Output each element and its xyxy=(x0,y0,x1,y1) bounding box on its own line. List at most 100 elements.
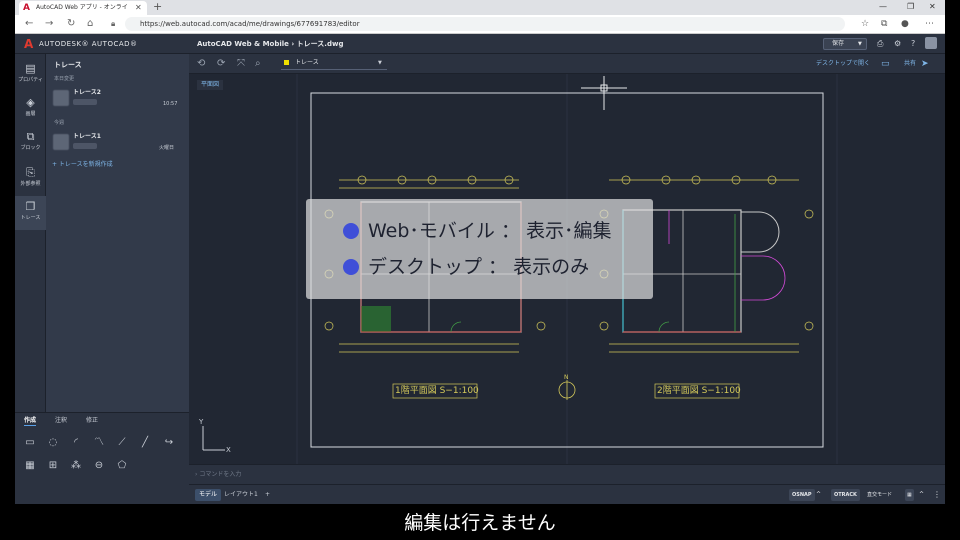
browser-tab-bar: A AutoCAD Web アプリ - オンライン C ✕ + — ❐ ✕ xyxy=(15,0,945,15)
tab-annotate[interactable]: 注釈 xyxy=(55,417,67,425)
brand-name: AUTODESK® AUTOCAD® xyxy=(39,40,138,48)
layers-icon: ◈ xyxy=(26,96,35,109)
ray-icon[interactable]: ╱ xyxy=(137,436,153,450)
lock-icon[interactable]: 🔒︎ xyxy=(111,18,115,30)
chevron-up-icon[interactable]: ^ xyxy=(816,489,821,501)
add-layout-button[interactable]: + xyxy=(261,489,274,501)
plan2-title: 2階平面図 S−1:100 xyxy=(657,386,741,396)
circle-icon[interactable]: ◌ xyxy=(45,436,61,450)
more-icon[interactable]: ⋯ xyxy=(925,18,934,30)
rail-item-properties[interactable]: ▤ プロパティ xyxy=(15,58,46,92)
rail-label: ブロック xyxy=(20,145,41,151)
trace-author-blurred xyxy=(73,143,97,149)
grid-icon[interactable]: ▦ xyxy=(905,489,914,501)
rail-item-layers[interactable]: ◈ 画層 xyxy=(15,92,46,126)
profile-icon[interactable]: ● xyxy=(901,18,909,30)
rail-item-trace[interactable]: ❐ トレース xyxy=(15,196,46,230)
ucs-x-label: X xyxy=(226,446,231,454)
tab-create[interactable]: 作成 xyxy=(24,417,37,426)
status-bar: モデル レイアウト1 + OSNAP ^ OTRACK 直交モード ▦ ^ ⋮ xyxy=(189,484,945,504)
help-icon[interactable]: ? xyxy=(911,38,915,50)
rail-label: 画層 xyxy=(25,111,36,117)
select-icon[interactable]: ⤧ xyxy=(237,57,245,71)
rail-label: プロパティ xyxy=(18,77,43,83)
new-tab-icon[interactable]: + xyxy=(153,1,162,13)
group-label: 本日変更 xyxy=(54,76,75,82)
bullet-icon xyxy=(343,259,359,275)
osnap-button[interactable]: OSNAP xyxy=(789,489,815,501)
spline-icon[interactable]: ↪ xyxy=(161,436,177,450)
trace-name: トレース2 xyxy=(73,89,101,96)
rectangle-icon[interactable]: ▭ xyxy=(22,436,38,450)
plan1-title: 1階平面図 S−1:100 xyxy=(395,386,479,396)
tab-layout1[interactable]: レイアウト1 xyxy=(220,489,262,501)
layer-select[interactable]: トレース ▼ xyxy=(281,57,387,70)
save-button[interactable]: 保存 ▼ xyxy=(823,38,867,50)
back-icon[interactable]: ← xyxy=(25,18,33,30)
ellipse-icon[interactable]: ⊖ xyxy=(91,459,107,473)
polygon-icon[interactable]: ⬠ xyxy=(114,459,130,473)
rail-label: トレース xyxy=(20,215,41,221)
layer-color-swatch xyxy=(284,60,289,65)
callout-line-desktop: デスクトップ ： 表示のみ xyxy=(368,256,590,278)
tab-model[interactable]: モデル xyxy=(195,489,222,501)
breadcrumb[interactable]: AutoCAD Web & Mobile › トレース.dwg xyxy=(197,39,343,49)
tab-modify[interactable]: 修正 xyxy=(86,417,98,425)
collections-icon[interactable]: ⧉ xyxy=(881,18,887,30)
chevron-down-icon[interactable]: ▼ xyxy=(858,39,862,49)
minimize-icon[interactable]: — xyxy=(879,1,887,13)
avatar[interactable] xyxy=(925,37,937,49)
redo-icon[interactable]: ⟳ xyxy=(217,57,225,71)
info-callout: Web･モバイル ： 表示･編集 デスクトップ ： 表示のみ xyxy=(306,199,653,299)
chevron-down-icon: ▼ xyxy=(378,60,382,66)
open-in-desktop-button[interactable]: デスクトップで開く xyxy=(816,59,870,69)
new-trace-link[interactable]: + トレースを新規作成 xyxy=(52,161,113,169)
autodesk-logo-icon: A xyxy=(24,37,34,51)
print-icon[interactable]: ⎙ xyxy=(877,38,883,50)
array-icon[interactable]: ⊞ xyxy=(45,459,61,473)
arc-icon[interactable]: ◜ xyxy=(68,436,84,450)
trace-name: トレース1 xyxy=(73,133,101,140)
chevron-up-icon[interactable]: ^ xyxy=(919,489,924,501)
undo-icon[interactable]: ⟲ xyxy=(197,57,205,71)
browser-tab[interactable]: A AutoCAD Web アプリ - オンライン C ✕ xyxy=(19,1,147,15)
rail-item-block[interactable]: ⧉ ブロック xyxy=(15,126,46,160)
callout-line-web: Web･モバイル ： 表示･編集 xyxy=(368,220,612,242)
otrack-button[interactable]: OTRACK xyxy=(831,489,860,501)
reload-icon[interactable]: ↻ xyxy=(67,18,75,30)
trace-item[interactable]: トレース2 10:57 xyxy=(46,86,189,110)
revcloud-icon[interactable]: ⁂ xyxy=(68,459,84,473)
trace-item[interactable]: トレース1 火曜日 xyxy=(46,130,189,154)
video-subtitle: 編集は行えません xyxy=(404,512,556,534)
more-vertical-icon[interactable]: ⋮ xyxy=(933,489,941,501)
tab-title: AutoCAD Web アプリ - オンライン C xyxy=(36,4,128,11)
gear-icon[interactable]: ⚙ xyxy=(894,38,901,50)
ortho-toggle[interactable]: 直交モード xyxy=(867,489,892,501)
autocad-logo-icon: A xyxy=(23,3,30,13)
trace-panel: トレース 本日変更 トレース2 10:57 今週 トレース1 火曜日 + トレー… xyxy=(46,54,189,412)
rail-item-xref[interactable]: ⎘ 外部参照 xyxy=(15,162,46,196)
zoom-window-icon[interactable]: ⌕ xyxy=(255,57,261,71)
send-icon[interactable]: ➤ xyxy=(921,57,929,71)
trace-icon: ❐ xyxy=(25,200,36,213)
url-text: https://web.autocad.com/acad/me/drawings… xyxy=(140,20,360,28)
close-window-icon[interactable]: ✕ xyxy=(929,1,936,13)
trace-thumbnail xyxy=(53,90,69,106)
save-label: 保存 xyxy=(832,40,845,47)
command-input[interactable]: › コマンドを入力 xyxy=(195,470,241,480)
monitor-icon[interactable]: ▭ xyxy=(881,57,890,71)
polyline-icon[interactable]: 〽 xyxy=(91,436,107,450)
url-input[interactable]: https://web.autocad.com/acad/me/drawings… xyxy=(125,17,845,31)
restore-icon[interactable]: ❐ xyxy=(907,1,914,13)
close-tab-icon[interactable]: ✕ xyxy=(135,3,142,13)
hatch-icon[interactable]: ▦ xyxy=(22,459,38,473)
forward-icon[interactable]: → xyxy=(45,18,53,30)
bullet-icon xyxy=(343,223,359,239)
favorites-icon[interactable]: ☆ xyxy=(861,18,869,30)
tools-panel: 作成 注釈 修正 ▭ ◌ ◜ 〽 ⟋ ╱ ↪ ▦ ⊞ ⁂ ⊖ ⬠ xyxy=(15,412,189,504)
share-button[interactable]: 共有 xyxy=(904,59,916,69)
line-icon[interactable]: ⟋ xyxy=(114,436,130,450)
home-icon[interactable]: ⌂ xyxy=(87,18,93,30)
browser-address-bar: ← → ↻ ⌂ 🔒︎ https://web.autocad.com/acad/… xyxy=(15,15,945,34)
command-line[interactable]: › コマンドを入力 xyxy=(189,464,945,484)
